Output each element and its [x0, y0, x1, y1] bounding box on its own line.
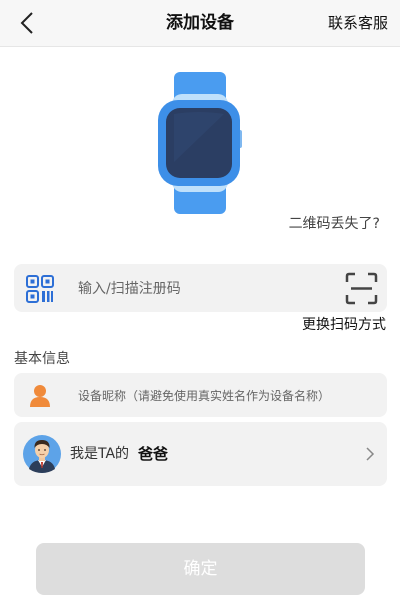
relationship-value: 爸爸	[138, 445, 169, 463]
nav-header: 添加设备 联系客服	[0, 0, 400, 47]
registration-code-input[interactable]	[76, 264, 330, 314]
scan-icon[interactable]	[345, 272, 378, 305]
chevron-right-icon	[366, 447, 375, 461]
person-icon	[30, 385, 50, 407]
registration-field	[14, 264, 387, 314]
switch-scan-method-link[interactable]: 更换扫码方式	[302, 314, 386, 334]
nickname-input[interactable]	[76, 373, 380, 419]
qr-code-icon	[26, 275, 54, 303]
smartwatch-icon	[158, 72, 242, 214]
relationship-prefix: 我是TA的	[70, 446, 130, 462]
relationship-selector[interactable]: 我是TA的 爸爸	[14, 422, 387, 486]
section-title-basic-info: 基本信息	[14, 351, 70, 367]
qr-lost-link[interactable]: 二维码丢失了?	[289, 213, 380, 233]
nickname-field	[14, 373, 387, 419]
confirm-button[interactable]: 确定	[36, 543, 365, 595]
contact-service-button[interactable]: 联系客服	[328, 0, 388, 46]
dad-avatar-icon	[23, 435, 61, 473]
